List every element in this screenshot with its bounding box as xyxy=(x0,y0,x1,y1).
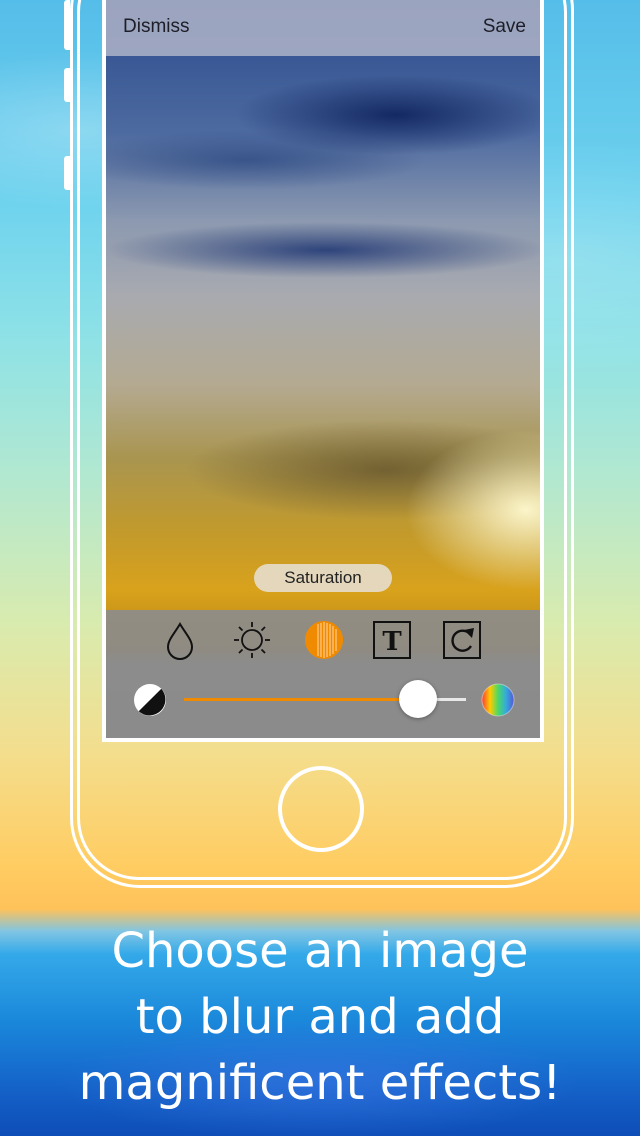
phone-screen: Dismiss Save Saturation T xyxy=(102,0,544,742)
contrast-icon xyxy=(132,682,168,718)
rotate-icon[interactable] xyxy=(442,620,482,660)
edit-toolbar: T xyxy=(106,610,540,738)
promo-caption: Choose an image to blur and add magnific… xyxy=(0,918,640,1116)
top-bar: Dismiss Save xyxy=(106,0,540,56)
caption-line-3: magnificent effects! xyxy=(78,1055,562,1111)
side-button xyxy=(64,0,70,50)
droplet-icon[interactable] xyxy=(160,620,200,660)
sun-icon[interactable] xyxy=(232,620,272,660)
svg-text:T: T xyxy=(382,627,402,657)
caption-line-1: Choose an image xyxy=(111,923,529,979)
volume-up-button xyxy=(64,68,70,102)
volume-down-button xyxy=(64,156,70,190)
slider-fill xyxy=(184,698,419,701)
adjustment-label: Saturation xyxy=(254,564,392,592)
dismiss-button[interactable]: Dismiss xyxy=(123,16,190,38)
save-button[interactable]: Save xyxy=(483,16,526,38)
color-wheel-icon xyxy=(480,682,516,718)
saturation-icon[interactable] xyxy=(304,620,344,660)
home-button xyxy=(278,766,364,852)
text-icon[interactable]: T xyxy=(372,620,412,660)
caption-line-2: to blur and add xyxy=(135,989,505,1045)
slider-knob[interactable] xyxy=(399,680,438,718)
